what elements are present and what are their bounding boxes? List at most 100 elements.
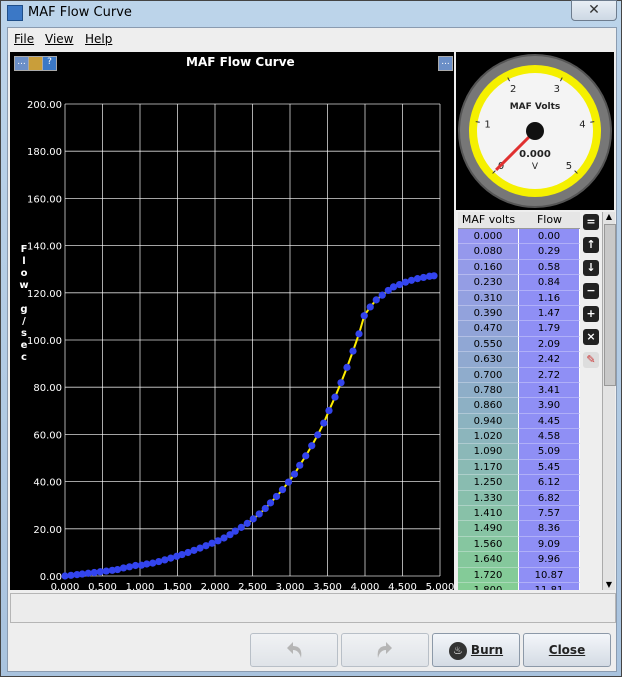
minus-icon[interactable]: − [583,283,599,299]
menu-help[interactable]: Help [85,32,112,46]
table-scrollbar[interactable]: ▲ ▼ [602,212,616,590]
table-row[interactable]: 0.940 4.45 [458,413,580,430]
burn-button[interactable]: ♨ Burn [432,633,520,667]
table-row[interactable]: 1.410 7.57 [458,506,580,522]
table-row[interactable]: 1.720 10.87 [458,567,580,583]
undo-button[interactable] [250,633,338,667]
table-row[interactable]: 0.390 1.47 [458,305,580,322]
table-row[interactable]: 0.080 0.29 [458,244,580,260]
cell-flow[interactable]: 7.57 [519,506,580,522]
cell-flow[interactable]: 9.09 [519,536,580,553]
y-axis-label: Flow g/sec [19,244,28,363]
redo-button[interactable] [341,633,429,667]
table-row[interactable]: 0.860 3.90 [458,398,580,414]
cell-flow[interactable]: 9.96 [519,552,580,568]
cell-flow[interactable]: 8.36 [519,521,580,537]
cell-flow[interactable]: 0.84 [519,275,580,291]
cell-maf-volts[interactable]: 1.720 [458,567,519,583]
cell-maf-volts[interactable]: 1.640 [458,552,519,568]
table-row[interactable]: 0.630 2.42 [458,352,580,368]
cell-flow[interactable]: 0.29 [519,244,580,260]
cell-flow[interactable]: 2.42 [519,352,580,368]
table-row[interactable]: 1.090 5.09 [458,444,580,460]
table-row[interactable]: 0.550 2.09 [458,336,580,353]
cell-flow[interactable]: 1.16 [519,290,580,306]
cell-maf-volts[interactable]: 0.000 [458,229,519,245]
cell-maf-volts[interactable]: 1.800 [458,582,519,590]
table-row[interactable]: 1.80011.81 [458,582,580,590]
table-row[interactable]: 0.310 1.16 [458,290,580,306]
help-icon[interactable]: ? [42,56,57,71]
toolbar-more-button[interactable]: ... [14,56,29,71]
cell-flow[interactable]: 4.58 [519,429,580,445]
cell-maf-volts[interactable]: 0.080 [458,244,519,260]
cell-flow[interactable]: 0.00 [519,229,580,245]
camera-icon[interactable] [28,56,43,71]
cell-flow[interactable]: 3.90 [519,398,580,414]
cell-maf-volts[interactable]: 0.230 [458,275,519,291]
y-tick-label: 160.00 [27,194,62,205]
data-point [255,510,263,518]
cell-maf-volts[interactable]: 0.630 [458,352,519,368]
scroll-up-icon[interactable]: ▲ [604,212,614,222]
multiply-icon[interactable]: × [583,329,599,345]
equal-icon[interactable]: = [583,214,599,230]
cell-flow[interactable]: 0.58 [519,259,580,276]
cell-maf-volts[interactable]: 0.390 [458,305,519,322]
panel-options-button[interactable]: ... [438,56,453,71]
cell-flow[interactable]: 6.82 [519,490,580,507]
cell-flow[interactable]: 1.47 [519,305,580,322]
arrow-down-icon[interactable]: ↓ [583,260,599,276]
cell-flow[interactable]: 10.87 [519,567,580,583]
arrow-up-icon[interactable]: ↑ [583,237,599,253]
maf-flow-chart[interactable]: 0.000 0.500 1.000 1.500 2.000 2.500 3.000 3.500… [10,52,454,590]
table-row[interactable]: 1.490 8.36 [458,521,580,537]
cell-maf-volts[interactable]: 0.160 [458,259,519,276]
data-point [308,442,316,450]
close-button[interactable]: Close [523,633,611,667]
cell-maf-volts[interactable]: 1.560 [458,536,519,553]
cell-maf-volts[interactable]: 0.310 [458,290,519,306]
table-row[interactable]: 1.020 4.58 [458,429,580,445]
cell-maf-volts[interactable]: 1.090 [458,444,519,460]
cell-flow[interactable]: 4.45 [519,413,580,430]
cell-flow[interactable]: 5.09 [519,444,580,460]
cell-flow[interactable]: 2.09 [519,336,580,353]
table-row[interactable]: 0.160 0.58 [458,259,580,276]
cell-maf-volts[interactable]: 0.550 [458,336,519,353]
menu-file[interactable]: File [14,32,34,46]
cell-maf-volts[interactable]: 0.860 [458,398,519,414]
cell-maf-volts[interactable]: 0.780 [458,382,519,399]
cell-flow[interactable]: 1.79 [519,321,580,337]
table-row[interactable]: 1.330 6.82 [458,490,580,507]
menu-view[interactable]: View [45,32,73,46]
table-row[interactable]: 0.470 1.79 [458,321,580,337]
cell-maf-volts[interactable]: 1.170 [458,459,519,476]
cell-flow[interactable]: 2.72 [519,367,580,383]
scroll-down-icon[interactable]: ▼ [604,580,614,590]
cell-maf-volts[interactable]: 1.020 [458,429,519,445]
table-row[interactable]: 0.780 3.41 [458,382,580,399]
cell-maf-volts[interactable]: 0.700 [458,367,519,383]
cell-flow[interactable]: 3.41 [519,382,580,399]
table-row[interactable]: 1.640 9.96 [458,552,580,568]
cell-flow[interactable]: 11.81 [519,582,580,590]
table-row[interactable]: 0.230 0.84 [458,275,580,291]
table-row[interactable]: 1.560 9.09 [458,536,580,553]
cell-maf-volts[interactable]: 0.470 [458,321,519,337]
cell-maf-volts[interactable]: 1.490 [458,521,519,537]
cell-maf-volts[interactable]: 1.330 [458,490,519,507]
window-close-button[interactable]: ✕ [571,0,617,21]
cell-maf-volts[interactable]: 1.410 [458,506,519,522]
table-row[interactable]: 0.700 2.72 [458,367,580,383]
scroll-thumb[interactable] [604,224,616,386]
cell-flow[interactable]: 6.12 [519,475,580,491]
table-row[interactable]: 1.170 5.45 [458,459,580,476]
plus-icon[interactable]: + [583,306,599,322]
cell-maf-volts[interactable]: 0.940 [458,413,519,430]
cell-maf-volts[interactable]: 1.250 [458,475,519,491]
cell-flow[interactable]: 5.45 [519,459,580,476]
table-row[interactable]: 0.000 0.00 [458,229,580,245]
pencil-icon[interactable]: ✎ [583,352,599,368]
table-row[interactable]: 1.250 6.12 [458,475,580,491]
